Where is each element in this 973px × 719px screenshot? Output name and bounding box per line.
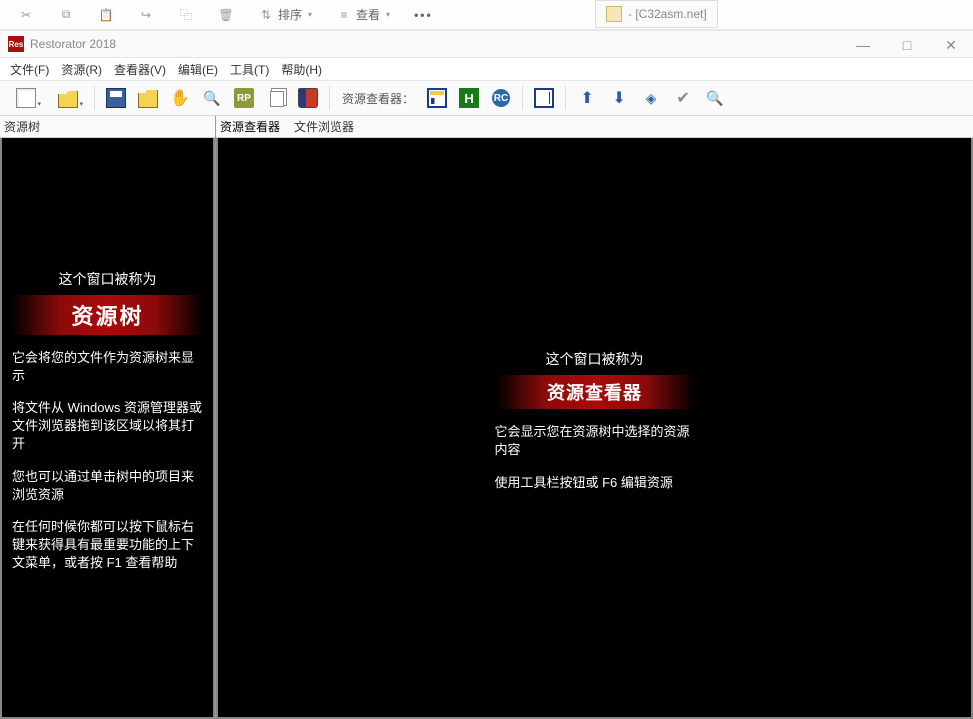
viewer-tabs: 资源查看器 文件浏览器 bbox=[216, 116, 973, 138]
resource-tree-intro: 这个窗口被称为 资源树 它会将您的文件作为资源树来显示 将文件从 Windows… bbox=[12, 269, 203, 587]
down-arrow-icon: ⬇ bbox=[612, 88, 625, 108]
folder-icon bbox=[138, 88, 158, 108]
minimize-button[interactable]: — bbox=[841, 31, 885, 59]
cut-icon[interactable]: ✂ bbox=[18, 7, 34, 23]
book-icon bbox=[298, 88, 318, 108]
viewer-intro-banner: 资源查看器 bbox=[495, 375, 695, 409]
view-rc-button[interactable]: RC bbox=[488, 85, 514, 111]
menu-tool[interactable]: 工具(T) bbox=[230, 61, 269, 78]
viewer-label: 资源查看器： bbox=[342, 90, 414, 107]
grab-button[interactable]: ✋ bbox=[167, 85, 193, 111]
search-button[interactable]: 🔍 bbox=[199, 85, 225, 111]
search-icon: 🔍 bbox=[203, 90, 220, 107]
view-form-button[interactable] bbox=[424, 85, 450, 111]
help-book-button[interactable] bbox=[295, 85, 321, 111]
nav-down-button[interactable]: ⬇ bbox=[606, 85, 632, 111]
new-file-button[interactable] bbox=[8, 85, 44, 111]
c32asm-icon bbox=[606, 6, 622, 22]
resource-tree-tab[interactable]: 资源树 bbox=[4, 118, 40, 135]
menubar: 文件(F) 资源(R) 查看器(V) 编辑(E) 工具(T) 帮助(H) bbox=[0, 58, 973, 80]
sort-dropdown[interactable]: ⇅排序 bbox=[258, 6, 312, 23]
open-file-button[interactable] bbox=[50, 85, 86, 111]
copy-icon bbox=[270, 91, 284, 107]
nav-diamond-button[interactable]: ◈ bbox=[638, 85, 664, 111]
hand-icon: ✋ bbox=[170, 88, 190, 108]
tab-file-browser[interactable]: 文件浏览器 bbox=[294, 118, 354, 135]
app-logo-icon: Res bbox=[8, 36, 24, 52]
nav-up-button[interactable]: ⬆ bbox=[574, 85, 600, 111]
copy-icon[interactable]: ⧉ bbox=[58, 7, 74, 23]
rp-button[interactable]: RP bbox=[231, 85, 257, 111]
view-window-button[interactable] bbox=[531, 85, 557, 111]
host-toolbar: ✂ ⧉ 📋 ↪ ⿻ 🗑 ⇅排序 ≡查看 ••• bbox=[0, 0, 973, 30]
new-file-icon bbox=[16, 88, 36, 108]
window-icon bbox=[534, 88, 554, 108]
diamond-icon: ◈ bbox=[646, 90, 657, 107]
background-window-tab[interactable]: - [C32asm.net] bbox=[595, 0, 718, 28]
check-button[interactable]: ✔ bbox=[670, 85, 696, 111]
main-toolbar: ✋ 🔍 RP 资源查看器： H RC ⬆ ⬇ ◈ ✔ 🔍 bbox=[0, 80, 973, 116]
form-view-icon bbox=[427, 88, 447, 108]
copy2-icon[interactable]: ⿻ bbox=[178, 7, 194, 23]
menu-edit[interactable]: 编辑(E) bbox=[178, 61, 218, 78]
open-folder-icon bbox=[58, 88, 78, 108]
rc-icon: RC bbox=[492, 89, 510, 107]
separator bbox=[565, 86, 566, 110]
menu-help[interactable]: 帮助(H) bbox=[281, 61, 322, 78]
view-hex-button[interactable]: H bbox=[456, 85, 482, 111]
hex-icon: H bbox=[459, 88, 479, 108]
intro-p4: 在任何时候你都可以按下鼠标右键来获得具有最重要功能的上下文菜单，或者按 F1 查… bbox=[12, 518, 203, 573]
zoom-icon: 🔍 bbox=[706, 90, 723, 107]
more-icon[interactable]: ••• bbox=[414, 8, 433, 22]
intro-p3: 您也可以通过单击树中的项目来浏览资源 bbox=[12, 468, 203, 504]
intro-p2: 将文件从 Windows 资源管理器或文件浏览器拖到该区域以将其打开 bbox=[12, 399, 203, 454]
delete-icon[interactable]: 🗑 bbox=[218, 7, 234, 23]
viewer-intro-title: 这个窗口被称为 bbox=[495, 349, 695, 369]
resource-viewer-body[interactable]: 这个窗口被称为 资源查看器 它会显示您在资源树中选择的资源内容 使用工具栏按钮或… bbox=[216, 138, 973, 719]
titlebar[interactable]: Res Restorator 2018 — □ ✕ bbox=[0, 30, 973, 58]
maximize-button[interactable]: □ bbox=[885, 31, 929, 59]
copy-button[interactable] bbox=[263, 85, 289, 111]
intro-p1: 它会将您的文件作为资源树来显示 bbox=[12, 349, 203, 385]
window-title: Restorator 2018 bbox=[30, 37, 116, 51]
resource-tree-body[interactable]: 这个窗口被称为 资源树 它会将您的文件作为资源树来显示 将文件从 Windows… bbox=[0, 138, 215, 719]
resource-tree-header: 资源树 bbox=[0, 116, 215, 138]
intro-banner: 资源树 bbox=[12, 295, 203, 335]
check-icon: ✔ bbox=[676, 88, 689, 108]
separator bbox=[94, 86, 95, 110]
viewer-intro: 这个窗口被称为 资源查看器 它会显示您在资源树中选择的资源内容 使用工具栏按钮或… bbox=[495, 349, 695, 506]
close-button[interactable]: ✕ bbox=[929, 31, 973, 59]
resource-viewer-panel: 资源查看器 文件浏览器 这个窗口被称为 资源查看器 它会显示您在资源树中选择的资… bbox=[216, 116, 973, 719]
view-dropdown[interactable]: ≡查看 bbox=[336, 6, 390, 23]
viewer-intro-p2: 使用工具栏按钮或 F6 编辑资源 bbox=[495, 474, 695, 492]
workspace: 资源树 这个窗口被称为 资源树 它会将您的文件作为资源树来显示 将文件从 Win… bbox=[0, 116, 973, 719]
menu-file[interactable]: 文件(F) bbox=[10, 61, 49, 78]
folder-button[interactable] bbox=[135, 85, 161, 111]
intro-title: 这个窗口被称为 bbox=[12, 269, 203, 289]
save-button[interactable] bbox=[103, 85, 129, 111]
separator bbox=[522, 86, 523, 110]
rp-icon: RP bbox=[234, 88, 254, 108]
up-arrow-icon: ⬆ bbox=[580, 88, 593, 108]
paste-icon[interactable]: 📋 bbox=[98, 7, 114, 23]
background-window-title: - [C32asm.net] bbox=[628, 7, 707, 21]
separator bbox=[329, 86, 330, 110]
move-icon[interactable]: ↪ bbox=[138, 7, 154, 23]
zoom-button[interactable]: 🔍 bbox=[702, 85, 728, 111]
save-icon bbox=[106, 88, 126, 108]
tab-resource-viewer[interactable]: 资源查看器 bbox=[220, 118, 280, 135]
menu-resource[interactable]: 资源(R) bbox=[61, 61, 102, 78]
viewer-intro-p1: 它会显示您在资源树中选择的资源内容 bbox=[495, 423, 695, 459]
menu-viewer[interactable]: 查看器(V) bbox=[114, 61, 166, 78]
resource-tree-panel: 资源树 这个窗口被称为 资源树 它会将您的文件作为资源树来显示 将文件从 Win… bbox=[0, 116, 216, 719]
